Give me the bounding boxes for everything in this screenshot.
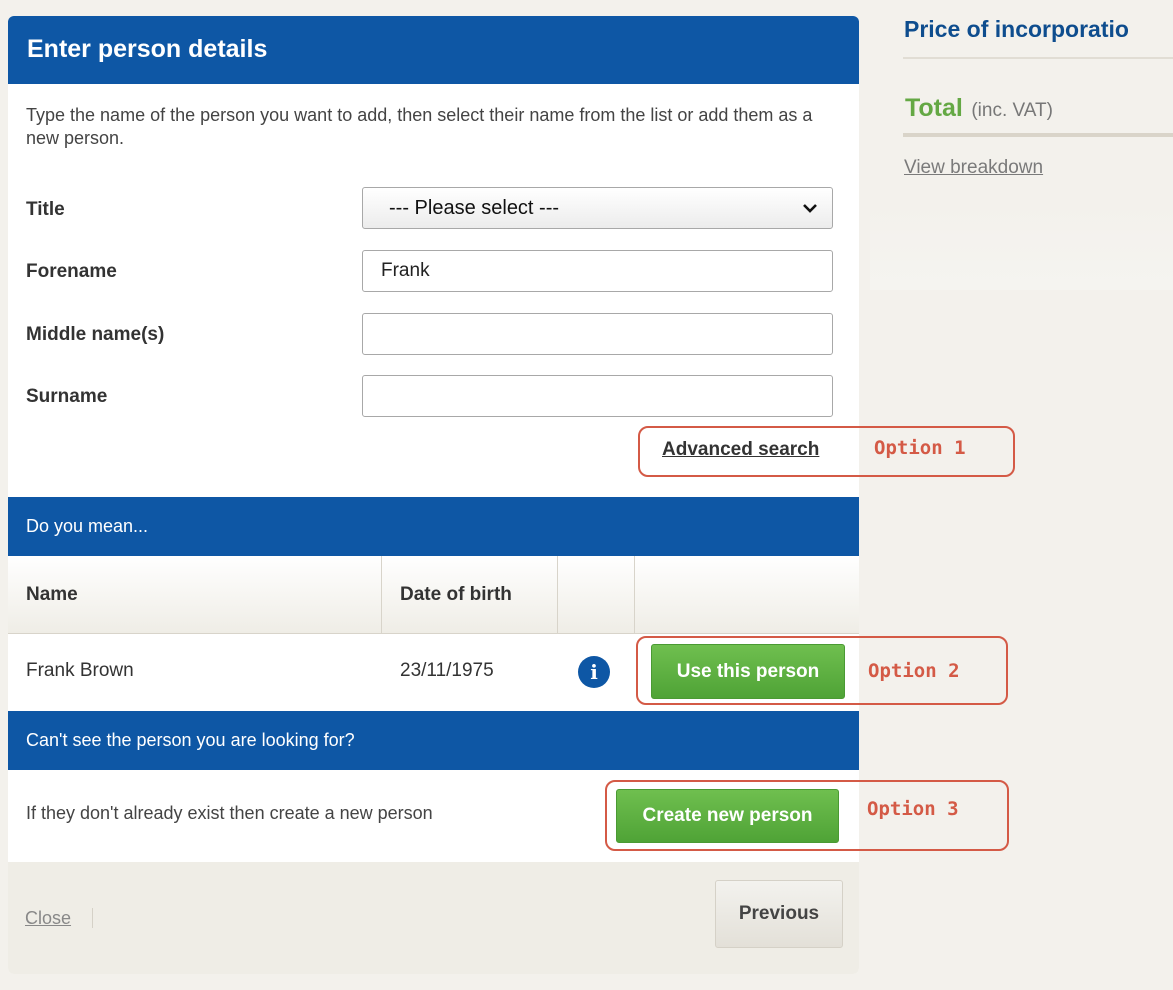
column-header-name: Name xyxy=(26,583,78,605)
column-divider xyxy=(634,556,635,633)
close-link[interactable]: Close xyxy=(25,908,71,929)
date-of-birth-cell: 23/11/1975 xyxy=(400,660,494,681)
column-divider xyxy=(557,556,558,633)
title-label: Title xyxy=(26,199,65,220)
create-help-text: If they don't already exist then create … xyxy=(26,803,433,823)
forename-label: Forename xyxy=(26,261,117,282)
forename-input[interactable] xyxy=(362,250,833,292)
cant-see-bar: Can't see the person you are looking for… xyxy=(8,711,859,770)
price-panel xyxy=(870,0,1173,290)
price-title: Price of incorporatio xyxy=(904,16,1129,42)
info-icon[interactable]: i xyxy=(578,656,610,688)
column-header-dob: Date of birth xyxy=(400,583,512,605)
chevron-down-icon xyxy=(802,200,818,216)
surname-label: Surname xyxy=(26,386,108,407)
person-name-cell: Frank Brown xyxy=(26,660,134,681)
do-you-mean-heading: Do you mean... xyxy=(26,516,149,536)
title-select-value: --- Please select --- xyxy=(389,196,560,219)
view-breakdown-link[interactable]: View breakdown xyxy=(904,157,1043,179)
modal-footer: Close Previous xyxy=(8,862,859,974)
option-3-label: Option 3 xyxy=(867,798,959,820)
total-vat-note: (inc. VAT) xyxy=(971,100,1053,121)
option-2-label: Option 2 xyxy=(868,660,960,682)
do-you-mean-bar: Do you mean... xyxy=(8,497,859,556)
divider xyxy=(903,57,1173,59)
total-label: Total xyxy=(905,94,963,122)
middle-name-input[interactable] xyxy=(362,313,833,355)
surname-input[interactable] xyxy=(362,375,833,417)
column-divider xyxy=(381,556,382,633)
intro-text: Type the name of the person you want to … xyxy=(26,105,813,148)
cant-see-heading: Can't see the person you are looking for… xyxy=(26,730,355,750)
total-row: Total (inc. VAT) xyxy=(905,94,1053,123)
middle-name-label: Middle name(s) xyxy=(26,324,165,345)
results-table-header: Name Date of birth xyxy=(8,556,859,634)
previous-button[interactable]: Previous xyxy=(715,880,843,948)
divider xyxy=(903,133,1173,137)
title-select[interactable]: --- Please select --- xyxy=(362,187,833,229)
option-1-label: Option 1 xyxy=(874,437,966,459)
divider xyxy=(92,908,93,928)
modal-header: Enter person details xyxy=(8,16,859,84)
modal-title: Enter person details xyxy=(27,35,268,63)
